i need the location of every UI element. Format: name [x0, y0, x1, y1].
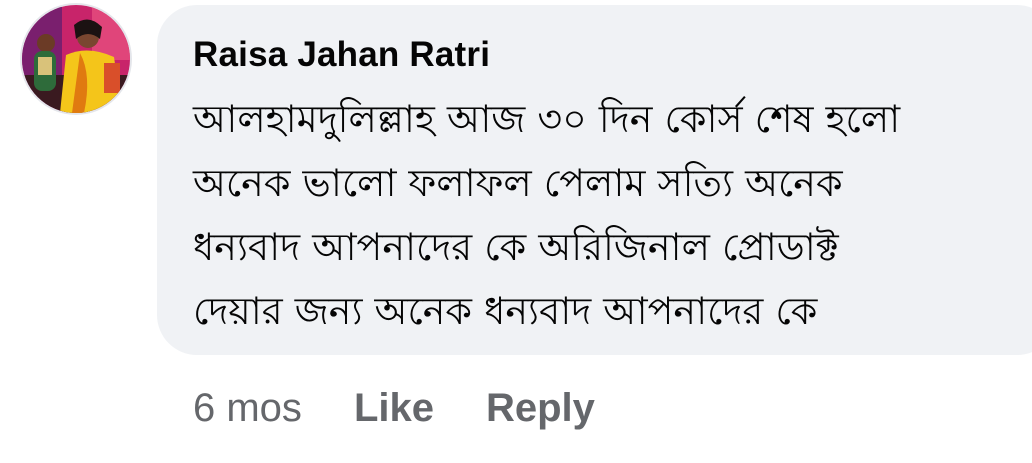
profile-photo-icon — [22, 5, 130, 113]
author-name[interactable]: Raisa Jahan Ratri — [193, 33, 1032, 81]
like-button[interactable]: Like — [354, 386, 434, 431]
comment-bubble: Raisa Jahan Ratri আলহামদুলিল্লাহ আজ ৩০ দ… — [157, 5, 1032, 355]
comment-row: Raisa Jahan Ratri আলহামদুলিল্লাহ আজ ৩০ দ… — [0, 0, 1032, 463]
comment-text: আলহামদুলিল্লাহ আজ ৩০ দিন কোর্স শেষ হলো অ… — [193, 97, 901, 333]
comment-actions: 6 mos Like Reply — [193, 380, 595, 436]
avatar[interactable] — [22, 5, 130, 113]
reply-button[interactable]: Reply — [486, 386, 595, 431]
timestamp[interactable]: 6 mos — [193, 386, 302, 431]
